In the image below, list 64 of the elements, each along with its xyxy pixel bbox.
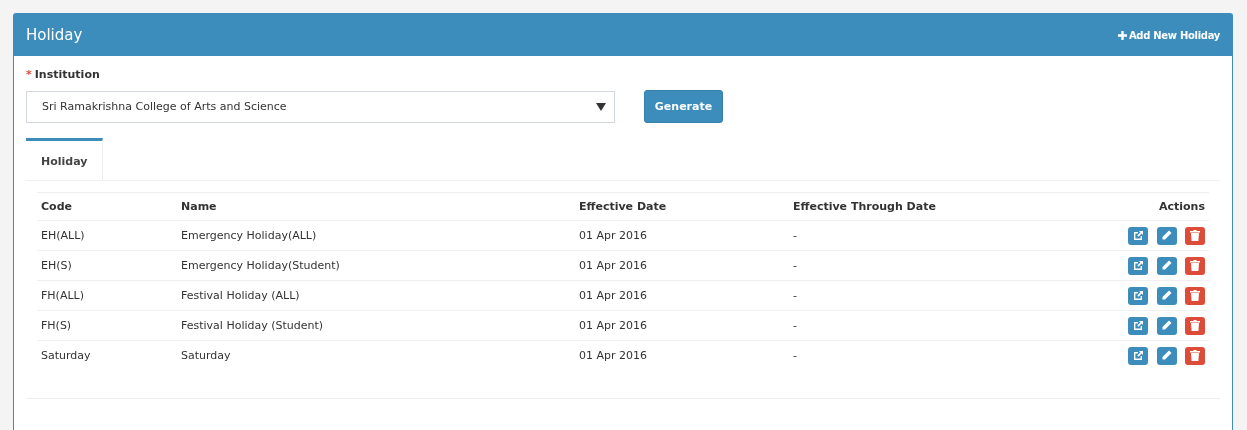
external-link-icon xyxy=(1132,290,1144,301)
column-header: Effective Date xyxy=(575,192,789,221)
table-cell: 01 Apr 2016 xyxy=(575,250,789,281)
open-button[interactable] xyxy=(1128,346,1148,365)
edit-button[interactable] xyxy=(1156,286,1177,305)
edit-button[interactable] xyxy=(1156,256,1177,275)
plus-icon xyxy=(1117,30,1127,40)
open-button[interactable] xyxy=(1128,226,1148,245)
external-link-icon xyxy=(1132,230,1144,241)
delete-button[interactable] xyxy=(1185,346,1205,365)
open-button[interactable] xyxy=(1128,316,1148,335)
table-cell: - xyxy=(789,310,1053,341)
trash-icon xyxy=(1190,290,1200,301)
trash-icon xyxy=(1190,260,1200,271)
edit-button[interactable] xyxy=(1156,346,1177,365)
delete-button[interactable] xyxy=(1185,316,1205,335)
table-cell: EH(S) xyxy=(37,250,177,281)
panel-title: Holiday xyxy=(26,26,83,44)
tab[interactable]: Holiday xyxy=(26,138,104,180)
table-cell: - xyxy=(789,280,1053,311)
pencil-icon xyxy=(1161,290,1172,301)
table-cell: Saturday xyxy=(37,340,177,370)
open-button[interactable] xyxy=(1128,286,1148,305)
pencil-icon xyxy=(1161,260,1172,271)
table-cell: EH(ALL) xyxy=(37,220,177,251)
add-new-holiday-link[interactable]: Add New Holiday xyxy=(1117,29,1220,41)
open-button[interactable] xyxy=(1128,256,1148,275)
table-cell: Festival Holiday (ALL) xyxy=(177,280,575,311)
required-mark: * xyxy=(26,68,32,81)
pencil-icon xyxy=(1161,350,1172,361)
table-cell: 01 Apr 2016 xyxy=(575,310,789,341)
trash-icon xyxy=(1190,230,1200,241)
column-header: Effective Through Date xyxy=(789,192,1053,221)
column-header: Code xyxy=(37,192,177,221)
external-link-icon xyxy=(1132,350,1144,361)
external-link-icon xyxy=(1132,260,1144,271)
column-header: Actions xyxy=(1052,192,1209,221)
table-cell: FH(S) xyxy=(37,310,177,341)
trash-icon xyxy=(1190,350,1200,361)
institution-label: Institution xyxy=(34,68,100,81)
pencil-icon xyxy=(1161,320,1172,331)
external-link-icon xyxy=(1132,320,1144,331)
dropdown-arrow-icon xyxy=(596,102,606,111)
table-cell: Emergency Holiday(ALL) xyxy=(177,220,575,251)
trash-icon xyxy=(1190,320,1200,331)
generate-button[interactable]: Generate xyxy=(644,90,723,123)
delete-button[interactable] xyxy=(1185,286,1205,305)
delete-button[interactable] xyxy=(1185,226,1205,245)
table-cell: 01 Apr 2016 xyxy=(575,280,789,311)
table-cell: - xyxy=(789,220,1053,251)
edit-button[interactable] xyxy=(1156,316,1177,335)
table-cell: 01 Apr 2016 xyxy=(575,340,789,370)
table-cell: Emergency Holiday(Student) xyxy=(177,250,575,281)
pencil-icon xyxy=(1161,230,1172,241)
table-cell: Festival Holiday (Student) xyxy=(177,310,575,341)
table-cell: - xyxy=(789,250,1053,281)
column-header: Name xyxy=(177,192,575,221)
table-cell: FH(ALL) xyxy=(37,280,177,311)
table-cell: 01 Apr 2016 xyxy=(575,220,789,251)
institution-select[interactable]: Sri Ramakrishna College of Arts and Science xyxy=(26,90,615,123)
delete-button[interactable] xyxy=(1185,256,1205,275)
table-cell: - xyxy=(789,340,1053,370)
table-cell: Saturday xyxy=(177,340,575,370)
edit-button[interactable] xyxy=(1156,226,1177,245)
